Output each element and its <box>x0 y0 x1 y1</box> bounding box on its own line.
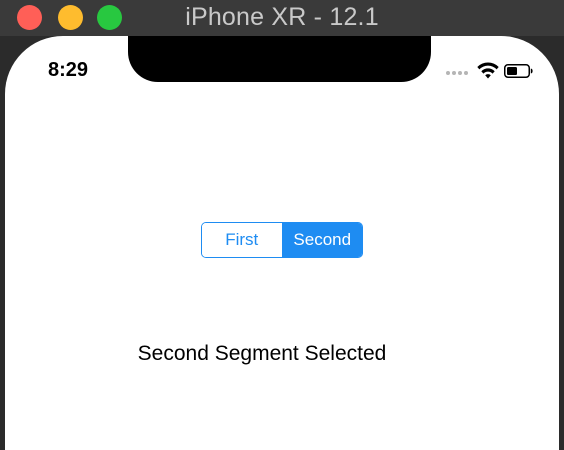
simulator-window: iPhone XR - 12.1 8:29 First Second Secon… <box>0 0 564 450</box>
battery-icon <box>504 64 533 78</box>
status-icons <box>446 62 541 80</box>
segment-first[interactable]: First <box>202 223 282 257</box>
segment-second[interactable]: Second <box>281 223 362 257</box>
selection-result-label: Second Segment Selected <box>137 342 387 365</box>
segmented-control: First Second <box>201 222 363 258</box>
wifi-icon <box>477 62 499 79</box>
iphone-screen: 8:29 First Second Second Segment Selecte… <box>5 36 559 450</box>
window-title: iPhone XR - 12.1 <box>185 3 379 31</box>
signal-dots-icon <box>446 71 468 75</box>
window-titlebar[interactable]: iPhone XR - 12.1 <box>0 0 564 36</box>
device-notch <box>128 36 431 82</box>
status-time: 8:29 <box>48 59 89 81</box>
